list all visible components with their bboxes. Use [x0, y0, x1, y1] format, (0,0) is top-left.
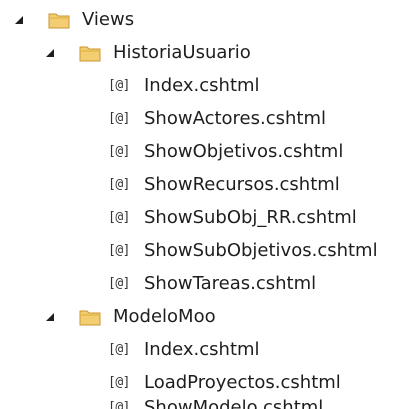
tree-item-label: ModeloMoo — [113, 306, 216, 327]
razor-file-icon: [@] — [108, 243, 130, 258]
razor-file-icon: [@] — [108, 342, 130, 357]
tree-item-file[interactable]: [@] Index.cshtml — [0, 334, 401, 366]
expanded-triangle-icon[interactable] — [43, 46, 57, 60]
folder-icon — [79, 44, 101, 62]
tree-item-label: ShowActores.cshtml — [144, 108, 326, 129]
solution-explorer-tree: Views HistoriaUsuario [@] Index.cshtml [… — [0, 0, 401, 409]
razor-file-icon: [@] — [108, 210, 130, 225]
tree-item-file[interactable]: [@] ShowSubObjetivos.cshtml — [0, 235, 401, 267]
razor-file-icon: [@] — [108, 375, 130, 390]
tree-item-label: ShowRecursos.cshtml — [144, 174, 340, 195]
tree-item-label: ShowObjetivos.cshtml — [144, 141, 344, 162]
razor-file-icon: [@] — [108, 177, 130, 192]
razor-file-icon: [@] — [108, 400, 130, 409]
expanded-triangle-icon[interactable] — [12, 13, 26, 27]
tree-item-label: Index.cshtml — [144, 339, 260, 360]
razor-file-icon: [@] — [108, 276, 130, 291]
folder-icon — [79, 308, 101, 326]
tree-item-file[interactable]: [@] ShowSubObj_RR.cshtml — [0, 202, 401, 234]
expanded-triangle-icon[interactable] — [43, 310, 57, 324]
tree-item-file[interactable]: [@] ShowRecursos.cshtml — [0, 169, 401, 201]
tree-item-label: Views — [82, 9, 135, 30]
folder-icon — [48, 11, 70, 29]
tree-item-label: ShowSubObj_RR.cshtml — [144, 207, 357, 228]
tree-item-modelomoo[interactable]: ModeloMoo — [0, 301, 401, 333]
razor-file-icon: [@] — [108, 144, 130, 159]
razor-file-icon: [@] — [108, 78, 130, 93]
tree-item-views[interactable]: Views — [0, 4, 401, 36]
tree-item-label: Index.cshtml — [144, 75, 260, 96]
tree-item-file[interactable]: [@] ShowModelo.cshtml — [0, 392, 401, 409]
razor-file-icon: [@] — [108, 111, 130, 126]
tree-item-label: ShowTareas.cshtml — [144, 273, 317, 294]
tree-item-file[interactable]: [@] ShowTareas.cshtml — [0, 268, 401, 300]
tree-item-file[interactable]: [@] Index.cshtml — [0, 70, 401, 102]
tree-item-file[interactable]: [@] ShowObjetivos.cshtml — [0, 136, 401, 168]
tree-item-historiausuario[interactable]: HistoriaUsuario — [0, 37, 401, 69]
tree-item-label: ShowSubObjetivos.cshtml — [144, 240, 378, 261]
tree-item-label: ShowModelo.cshtml — [144, 397, 324, 409]
tree-item-label: HistoriaUsuario — [113, 42, 251, 63]
tree-item-file[interactable]: [@] ShowActores.cshtml — [0, 103, 401, 135]
